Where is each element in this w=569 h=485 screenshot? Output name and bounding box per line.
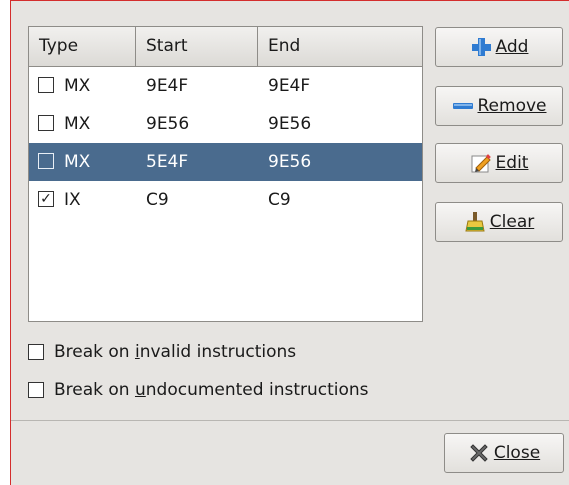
- cell-start: 5E4F: [146, 152, 189, 172]
- break-invalid-checkbox[interactable]: [28, 344, 44, 360]
- cell-type: IX: [64, 190, 81, 210]
- plus-icon: [470, 36, 492, 58]
- edit-button[interactable]: Edit: [435, 143, 563, 183]
- cell-end: 9E56: [268, 152, 312, 172]
- edit-button-label: Edit: [495, 153, 529, 173]
- break-undocumented-option[interactable]: Break on undocumented instructions: [28, 375, 369, 405]
- breakpoints-table[interactable]: Type Start End MX 9E4F 9E4F MX 9E56 9E56…: [28, 26, 423, 322]
- table-header: Type Start End: [29, 27, 422, 67]
- cell-type: MX: [64, 76, 91, 96]
- clear-button-label: Clear: [489, 212, 535, 232]
- table-row[interactable]: MX 9E4F 9E4F: [29, 67, 422, 105]
- remove-button-label: Remove: [477, 96, 547, 116]
- cell-start: C9: [146, 190, 169, 210]
- button-area-separator: [11, 420, 569, 421]
- breakpoints-dialog: Type Start End MX 9E4F 9E4F MX 9E56 9E56…: [10, 0, 569, 485]
- break-invalid-label: Break on invalid instructions: [54, 342, 297, 362]
- cell-end: 9E4F: [268, 76, 311, 96]
- break-undocumented-checkbox[interactable]: [28, 382, 44, 398]
- table-row-selected[interactable]: MX 5E4F 9E56: [29, 143, 422, 181]
- close-button-label: Close: [493, 443, 541, 463]
- cell-start: 9E4F: [146, 76, 189, 96]
- clear-button[interactable]: Clear: [435, 202, 563, 242]
- add-button[interactable]: Add: [435, 27, 563, 67]
- cell-type: MX: [64, 152, 91, 172]
- add-button-label: Add: [495, 37, 529, 57]
- remove-button[interactable]: Remove: [435, 86, 563, 126]
- row-enabled-checkbox[interactable]: [38, 77, 54, 93]
- column-header-end[interactable]: End: [258, 27, 422, 66]
- pencil-icon: [470, 152, 492, 174]
- row-enabled-checkbox[interactable]: [38, 153, 54, 169]
- broom-icon: [464, 211, 486, 233]
- cell-type: MX: [64, 114, 91, 134]
- close-button[interactable]: Close: [444, 433, 564, 473]
- column-header-start[interactable]: Start: [136, 27, 258, 66]
- row-enabled-checkbox[interactable]: [38, 115, 54, 131]
- column-header-type[interactable]: Type: [29, 27, 136, 66]
- minus-icon: [452, 95, 474, 117]
- table-row[interactable]: MX 9E56 9E56: [29, 105, 422, 143]
- table-row[interactable]: ✓ IX C9 C9: [29, 181, 422, 219]
- cell-end: 9E56: [268, 114, 312, 134]
- row-enabled-checkbox[interactable]: ✓: [38, 191, 54, 207]
- break-invalid-option[interactable]: Break on invalid instructions: [28, 337, 296, 367]
- cell-end: C9: [268, 190, 291, 210]
- cell-start: 9E56: [146, 114, 190, 134]
- x-icon: [468, 442, 490, 464]
- break-undocumented-label: Break on undocumented instructions: [54, 380, 369, 400]
